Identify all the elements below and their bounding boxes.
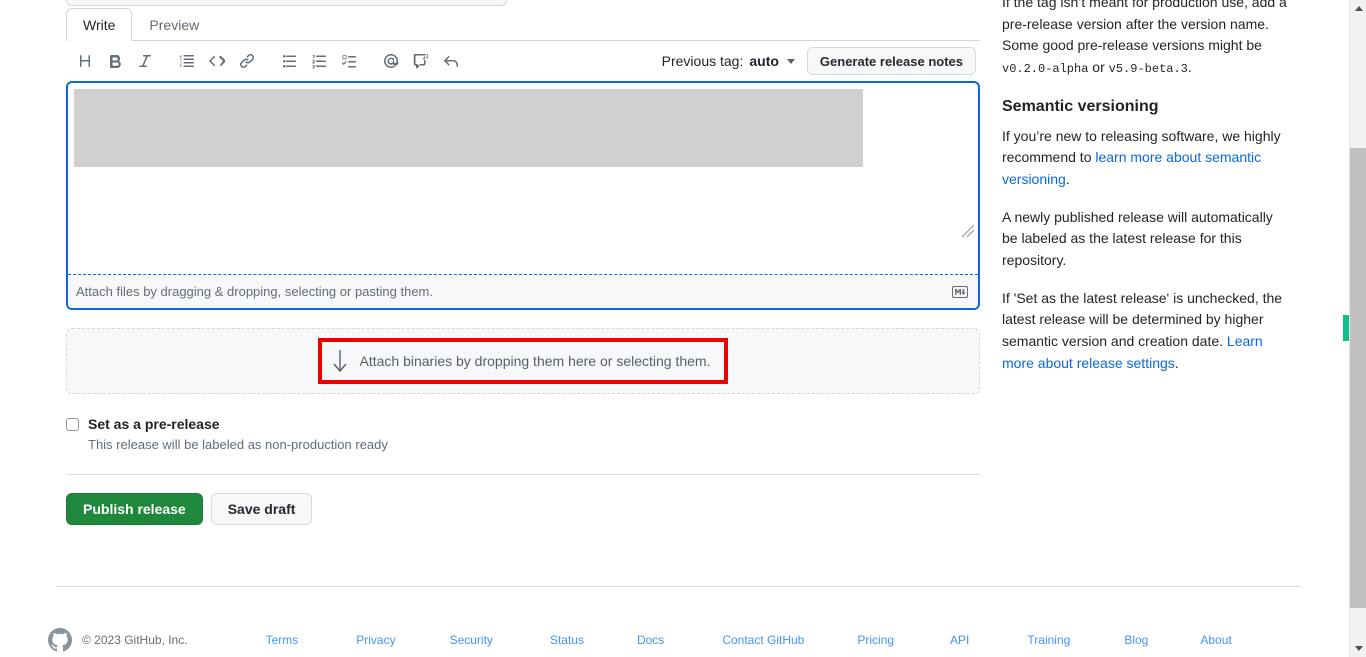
footer-link-blog[interactable]: Blog <box>1124 633 1148 647</box>
footer-link-pricing[interactable]: Pricing <box>857 633 894 647</box>
sidebar-paragraph-prerelease: If the tag isn’t meant for production us… <box>1002 0 1290 79</box>
page-footer: © 2023 GitHub, Inc. Terms Privacy Securi… <box>48 628 1298 652</box>
footer-link-status[interactable]: Status <box>550 633 584 647</box>
footer-links: Terms Privacy Security Status Docs Conta… <box>266 633 1232 647</box>
scroll-up-triangle <box>1354 6 1363 11</box>
footer-link-docs[interactable]: Docs <box>637 633 664 647</box>
release-actions: Publish release Save draft <box>66 493 980 525</box>
page-root: Write Preview Previous tag: auto Generat… <box>0 0 1366 657</box>
footer-divider <box>56 586 1301 587</box>
scrollbar-thumb[interactable] <box>1350 148 1366 608</box>
unordered-list-icon[interactable] <box>275 47 303 75</box>
prerelease-checkbox[interactable] <box>66 418 79 431</box>
publish-release-label: Publish release <box>83 501 186 517</box>
release-description-editor[interactable]: Attach files by dragging & dropping, sel… <box>66 81 980 310</box>
publish-release-button[interactable]: Publish release <box>66 493 203 525</box>
toolbar-group-extras <box>376 47 466 75</box>
scrollbar-find-marker <box>1343 315 1349 341</box>
editor-tabs: Write Preview <box>66 0 980 41</box>
italic-icon[interactable] <box>131 47 159 75</box>
sidebar-p1-text1: If the tag isn’t meant for production us… <box>1002 0 1287 54</box>
sidebar-p1-text3: . <box>1187 59 1192 76</box>
footer-link-about[interactable]: About <box>1200 633 1231 647</box>
github-mark-icon <box>48 628 72 652</box>
sidebar-p1-code2: v5.9-beta.3 <box>1108 62 1188 77</box>
heading-icon[interactable] <box>71 47 99 75</box>
save-draft-button[interactable]: Save draft <box>210 493 313 525</box>
attach-files-hint: Attach files by dragging & dropping, sel… <box>76 284 433 299</box>
page-scrollbar[interactable] <box>1349 0 1366 657</box>
release-help-sidebar: If the tag isn’t meant for production us… <box>1002 0 1290 390</box>
toolbar-group-text <box>70 47 160 75</box>
page-content: Write Preview Previous tag: auto Generat… <box>0 0 1349 657</box>
footer-link-privacy[interactable]: Privacy <box>356 633 395 647</box>
toolbar-group-lists <box>274 47 364 75</box>
footer-link-terms[interactable]: Terms <box>266 633 299 647</box>
footer-link-training[interactable]: Training <box>1027 633 1070 647</box>
ordered-list-icon[interactable] <box>305 47 333 75</box>
generate-release-notes-label: Generate release notes <box>819 53 963 69</box>
binary-attachment-dropzone[interactable]: Attach binaries by dropping them here or… <box>66 328 980 394</box>
sidebar-p4-text2: . <box>1174 354 1179 371</box>
prerelease-section: Set as a pre-release This release will b… <box>66 416 980 452</box>
previous-tag-value: auto <box>749 53 779 69</box>
resize-handle-icon[interactable] <box>961 224 975 238</box>
generate-release-notes-button[interactable]: Generate release notes <box>806 47 976 75</box>
sidebar-paragraph-semver: If you’re new to releasing software, we … <box>1002 126 1290 191</box>
save-draft-label: Save draft <box>227 501 296 517</box>
sidebar-paragraph-latest-release: A newly published release will automatic… <box>1002 208 1273 268</box>
chevron-down-icon <box>786 58 795 64</box>
footer-link-security[interactable]: Security <box>450 633 493 647</box>
dropzone-text: Attach binaries by dropping them here or… <box>359 353 711 369</box>
sidebar-p1-code1: v0.2.0-alpha <box>1002 62 1089 77</box>
release-editor-column: Write Preview Previous tag: auto Generat… <box>66 0 980 525</box>
scroll-up-arrow-icon[interactable] <box>1350 0 1366 17</box>
sidebar-p2-text2: . <box>1065 170 1070 187</box>
task-list-icon[interactable] <box>335 47 363 75</box>
scroll-down-triangle <box>1354 646 1363 651</box>
prerelease-description: This release will be labeled as non-prod… <box>88 437 388 452</box>
release-description-textarea[interactable] <box>68 83 978 275</box>
toolbar-group-block <box>172 47 262 75</box>
footer-link-api[interactable]: API <box>950 633 969 647</box>
redacted-content-block <box>74 89 863 167</box>
prerelease-label: Set as a pre-release <box>88 416 220 432</box>
scroll-down-arrow-icon[interactable] <box>1350 640 1366 657</box>
quote-icon[interactable] <box>173 47 201 75</box>
previous-tag-label: Previous tag: <box>661 53 744 69</box>
tab-preview-label: Preview <box>149 17 200 33</box>
previous-tag-dropdown[interactable]: Previous tag: auto <box>662 53 795 69</box>
tab-preview[interactable]: Preview <box>132 8 216 41</box>
markdown-icon[interactable] <box>952 285 968 298</box>
sidebar-paragraph-release-settings: If 'Set as the latest release' is unchec… <box>1002 288 1290 375</box>
markdown-toolbar: Previous tag: auto Generate release note… <box>66 41 980 81</box>
footer-copyright: © 2023 GitHub, Inc. <box>82 633 188 647</box>
reference-icon[interactable] <box>407 47 435 75</box>
sidebar-heading-semantic-versioning: Semantic versioning <box>1002 97 1159 115</box>
tab-write[interactable]: Write <box>66 8 133 41</box>
attach-files-footer[interactable]: Attach files by dragging & dropping, sel… <box>68 275 978 308</box>
footer-link-contact-github[interactable]: Contact GitHub <box>722 633 804 647</box>
link-icon[interactable] <box>233 47 261 75</box>
dropzone-highlight-box: Attach binaries by dropping them here or… <box>317 338 729 384</box>
section-divider <box>66 474 980 475</box>
bold-icon[interactable] <box>101 47 129 75</box>
tab-write-label: Write <box>83 17 116 33</box>
code-icon[interactable] <box>203 47 231 75</box>
download-arrow-icon <box>330 348 350 374</box>
sidebar-p1-text2: or <box>1088 59 1109 76</box>
mention-icon[interactable] <box>377 47 405 75</box>
reply-icon[interactable] <box>437 47 465 75</box>
